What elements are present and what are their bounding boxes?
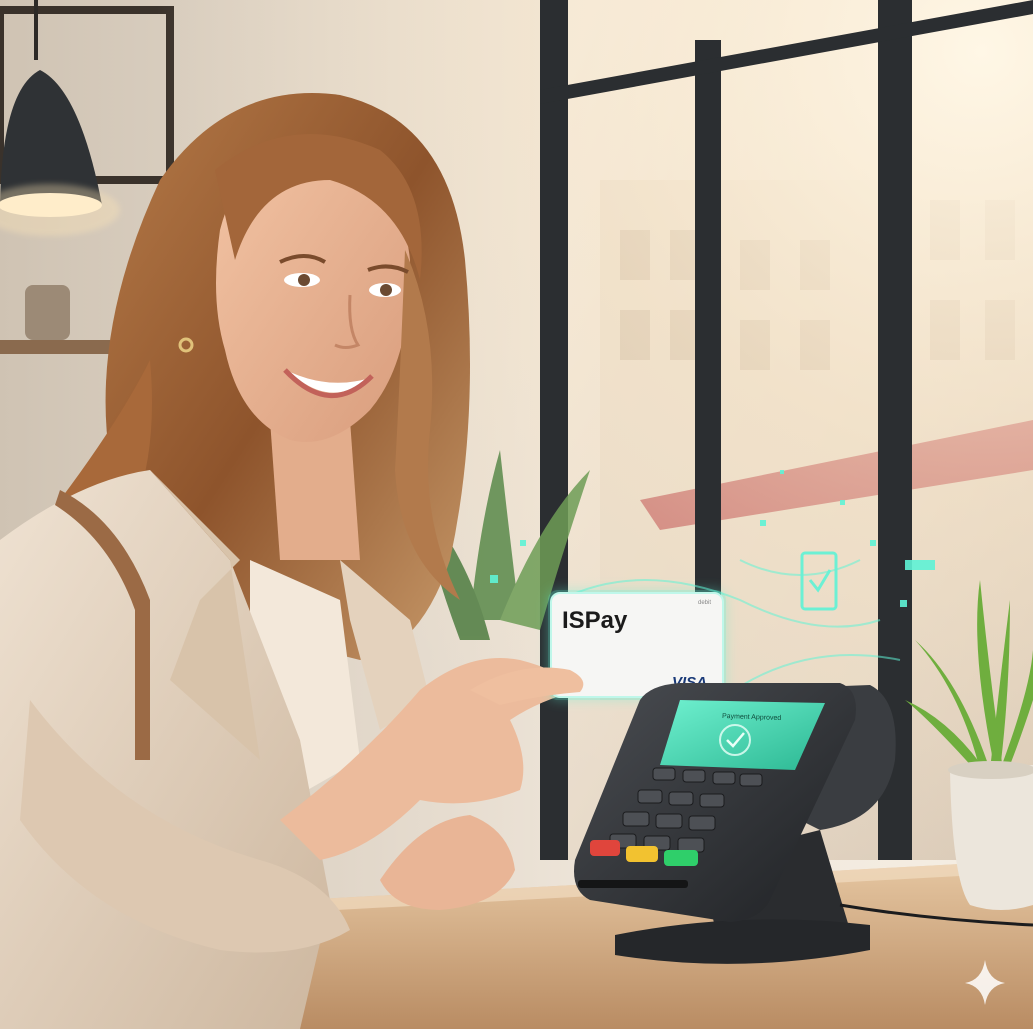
card-brand: ISPay <box>562 607 628 634</box>
cancel-key <box>590 840 620 856</box>
scene-illustration: ISPay debit VISA Payment Approved <box>0 0 1033 1029</box>
card-slot <box>578 880 688 888</box>
enter-key <box>664 850 698 866</box>
clear-key <box>626 846 658 862</box>
card-small-text: debit <box>698 600 711 606</box>
photo-scene: ISPay debit VISA Payment Approved <box>0 0 1033 1029</box>
